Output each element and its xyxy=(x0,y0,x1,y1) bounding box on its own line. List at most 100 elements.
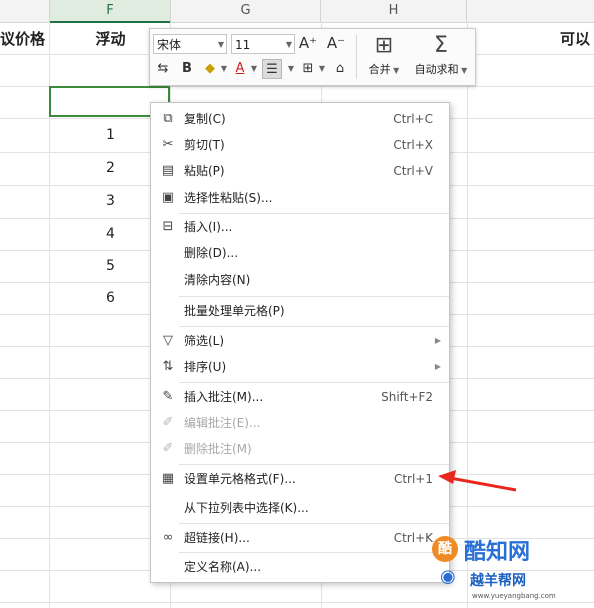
menu-item-shortcut: Shift+F2 xyxy=(381,390,433,404)
link-icon: ∞ xyxy=(162,530,174,545)
watermark-url: www.yueyangbang.com xyxy=(472,592,556,600)
menu-item-shortcut: Ctrl+X xyxy=(393,138,433,152)
menu-item-pick-from-list[interactable]: 从下拉列表中选择(K)... xyxy=(151,495,449,521)
menu-separator xyxy=(179,296,449,297)
column-header-i[interactable] xyxy=(467,0,594,22)
chevron-down-icon: ▼ xyxy=(390,66,400,75)
bold-button[interactable]: B xyxy=(177,59,197,79)
menu-separator xyxy=(179,382,449,383)
chevron-down-icon[interactable]: ▼ xyxy=(312,59,332,79)
header-cell-right[interactable]: 可以 xyxy=(560,24,594,54)
menu-item-label: 剪切(T) xyxy=(184,138,225,152)
menu-item-label: 选择性粘贴(S)... xyxy=(184,191,273,205)
paste-special-icon: ▣ xyxy=(161,190,175,205)
menu-item-clear-contents[interactable]: 清除内容(N) xyxy=(151,267,449,293)
column-header-g[interactable]: G xyxy=(171,0,321,22)
decrease-font-size-button[interactable]: A⁻ xyxy=(326,33,346,53)
increase-font-size-button[interactable]: A⁺ xyxy=(298,33,318,53)
chevron-down-icon[interactable]: ▼ xyxy=(218,35,224,55)
menu-item-shortcut: Ctrl+C xyxy=(393,112,433,126)
mini-toolbar: 宋体 ▼ 11 ▼ A⁺ A⁻ ⇆ B ◆ ▼ A ▼ ☰ ▼ ⊞ ▼ ⌂ ⊞ … xyxy=(149,28,476,86)
font-name-value: 宋体 xyxy=(157,38,182,52)
menu-item-label: 删除批注(M) xyxy=(184,442,252,456)
grid-line xyxy=(467,22,468,608)
menu-item-cut[interactable]: ✂ 剪切(T) Ctrl+X xyxy=(151,132,449,158)
chevron-right-icon: ▶ xyxy=(434,336,441,345)
wrap-text-icon[interactable]: ⇆ xyxy=(153,59,173,79)
column-header-h[interactable]: H xyxy=(321,0,467,22)
toolbar-divider xyxy=(356,35,357,79)
sort-icon: ⇅ xyxy=(162,359,174,374)
wifi-icon: ◉ xyxy=(440,566,456,587)
menu-item-copy[interactable]: ⧉ 复制(C) Ctrl+C xyxy=(151,106,449,132)
menu-item-shortcut: Ctrl+V xyxy=(393,164,433,178)
filter-icon: ▽ xyxy=(163,333,173,348)
menu-item-label: 插入批注(M)... xyxy=(184,390,264,404)
copy-icon: ⧉ xyxy=(163,111,173,126)
menu-item-label: 从下拉列表中选择(K)... xyxy=(184,501,309,515)
menu-item-label: 复制(C) xyxy=(184,112,226,126)
menu-separator xyxy=(179,523,449,524)
menu-separator xyxy=(179,326,449,327)
menu-item-define-name[interactable]: 定义名称(A)... xyxy=(151,554,449,580)
insert-comment-icon: ✎ xyxy=(162,389,174,404)
autosum-button[interactable]: Σ 自动求和 ▼ xyxy=(410,31,472,83)
menu-item-shortcut: Ctrl+1 xyxy=(393,472,433,486)
menu-item-label: 筛选(L) xyxy=(184,334,225,348)
chevron-down-icon[interactable]: ▼ xyxy=(244,59,264,79)
menu-item-label: 超链接(H)... xyxy=(184,531,250,545)
menu-item-label: 粘贴(P) xyxy=(184,164,225,178)
menu-item-label: 批量处理单元格(P) xyxy=(184,304,285,318)
font-size-value: 11 xyxy=(235,38,251,52)
arrow-shaft xyxy=(449,476,517,492)
menu-item-label: 清除内容(N) xyxy=(184,273,251,287)
menu-item-delete[interactable]: 删除(D)... xyxy=(151,240,449,266)
menu-item-edit-comment: ✐ 编辑批注(E)... xyxy=(151,410,449,436)
menu-item-shortcut: Ctrl+K xyxy=(393,531,433,545)
menu-separator xyxy=(179,464,449,465)
menu-item-label: 设置单元格格式(F)... xyxy=(184,472,296,486)
delete-comment-icon: ✐ xyxy=(162,441,174,456)
chevron-down-icon[interactable]: ▼ xyxy=(286,35,292,55)
sigma-icon: Σ xyxy=(434,33,448,58)
header-cell-price[interactable]: 议价格 xyxy=(0,24,46,54)
arrow-head xyxy=(438,470,456,484)
column-header-e[interactable] xyxy=(0,0,50,22)
scissors-icon: ✂ xyxy=(162,137,174,152)
column-header-f[interactable]: F xyxy=(50,0,171,23)
menu-item-filter[interactable]: ▽ 筛选(L) ▶ xyxy=(151,328,449,354)
menu-item-batch-cells[interactable]: 批量处理单元格(P) xyxy=(151,298,449,324)
context-menu: ⧉ 复制(C) Ctrl+C ✂ 剪切(T) Ctrl+X ▤ 粘贴(P) Ct… xyxy=(150,102,450,583)
menu-item-hyperlink[interactable]: ∞ 超链接(H)... Ctrl+K xyxy=(151,525,449,551)
menu-item-label: 定义名称(A)... xyxy=(184,560,262,574)
menu-item-paste-special[interactable]: ▣ 选择性粘贴(S)... xyxy=(151,185,449,211)
merge-label: 合并 xyxy=(368,63,391,76)
menu-item-paste[interactable]: ▤ 粘贴(P) Ctrl+V xyxy=(151,158,449,184)
menu-item-delete-comment: ✐ 删除批注(M) xyxy=(151,436,449,462)
insert-icon: ⊟ xyxy=(162,219,174,234)
menu-item-insert[interactable]: ⊟ 插入(I)... xyxy=(151,214,449,240)
edit-comment-icon: ✐ xyxy=(162,415,174,430)
menu-item-label: 删除(D)... xyxy=(184,246,239,260)
format-painter-icon[interactable]: ⌂ xyxy=(330,59,350,79)
font-name-select[interactable]: 宋体 ▼ xyxy=(153,34,227,54)
menu-separator xyxy=(179,552,449,553)
merge-button[interactable]: ⊞ 合并 ▼ xyxy=(360,31,408,83)
watermark: 酷 酷知网 ◉ 越羊帮网 www.yueyangbang.com xyxy=(432,534,592,606)
menu-item-label: 插入(I)... xyxy=(184,220,233,234)
watermark-main-text: 酷知网 xyxy=(464,540,531,565)
chevron-right-icon: ▶ xyxy=(434,362,441,371)
paste-icon: ▤ xyxy=(161,163,175,178)
menu-item-label: 排序(U) xyxy=(184,360,227,374)
menu-item-insert-comment[interactable]: ✎ 插入批注(M)... Shift+F2 xyxy=(151,384,449,410)
menu-item-sort[interactable]: ⇅ 排序(U) ▶ xyxy=(151,354,449,380)
format-cells-icon: ▦ xyxy=(161,471,175,486)
column-header-row: F G H xyxy=(0,0,594,23)
font-size-select[interactable]: 11 ▼ xyxy=(231,34,295,54)
menu-item-format-cells[interactable]: ▦ 设置单元格格式(F)... Ctrl+1 xyxy=(151,466,449,492)
red-arrow-annotation xyxy=(438,470,517,492)
align-center-icon[interactable]: ☰ xyxy=(262,59,282,79)
menu-item-label: 编辑批注(E)... xyxy=(184,416,261,430)
chevron-down-icon: ▼ xyxy=(458,66,468,75)
merge-cells-icon: ⊞ xyxy=(374,33,394,58)
